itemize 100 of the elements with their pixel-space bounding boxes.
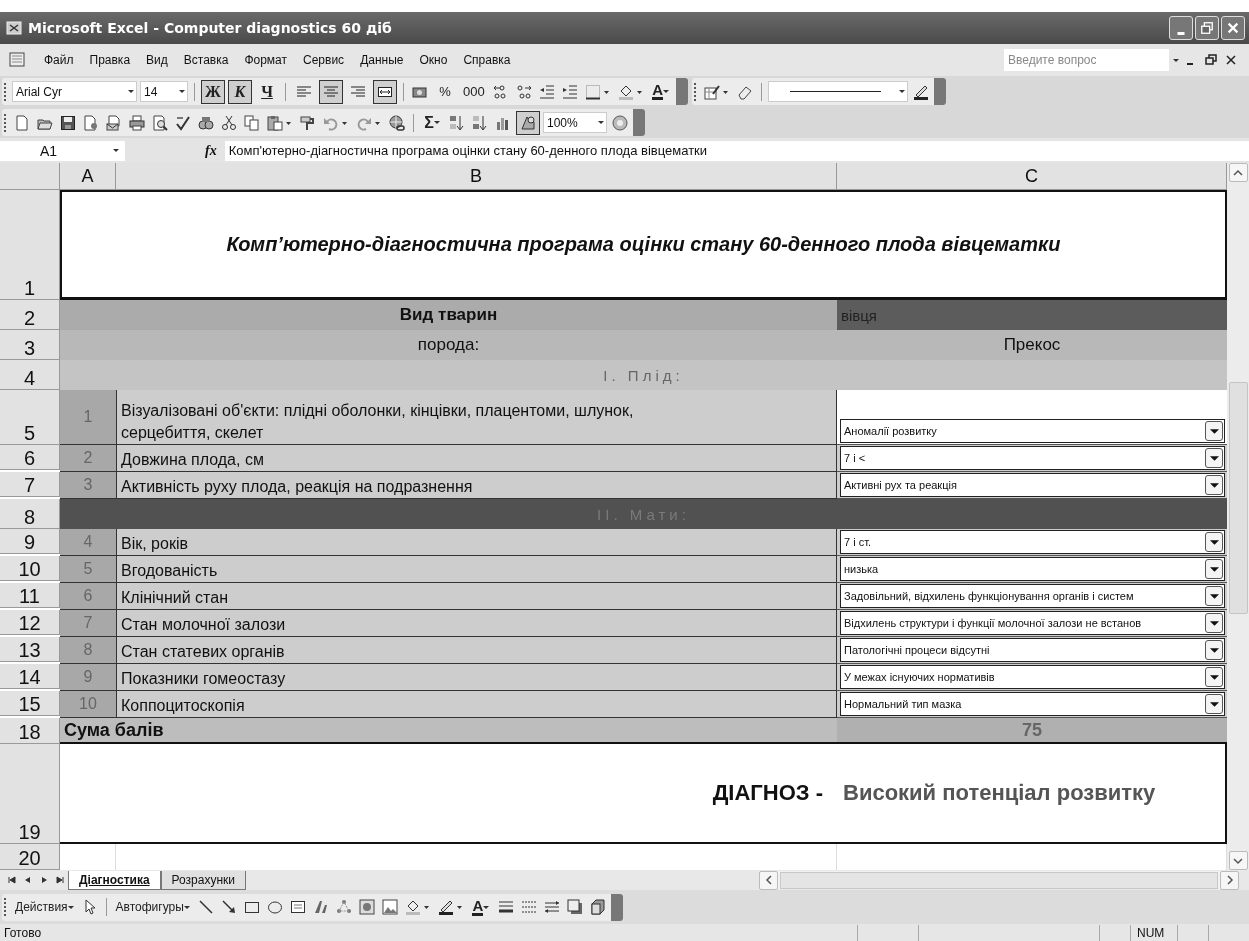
dropdown-button[interactable]: [1205, 667, 1223, 687]
restore-button[interactable]: [1195, 16, 1219, 40]
arrow-icon[interactable]: [220, 899, 237, 915]
cube-icon[interactable]: [589, 899, 606, 915]
line-style-icon[interactable]: [497, 899, 514, 915]
close-button[interactable]: [1221, 16, 1245, 40]
help-icon[interactable]: [612, 114, 628, 131]
dropdown-button[interactable]: [1205, 694, 1223, 714]
row-header[interactable]: 7: [0, 472, 60, 497]
format-button[interactable]: Ч: [255, 79, 279, 104]
percent-button[interactable]: %: [433, 79, 457, 104]
formula-field[interactable]: Комп'ютерно-діагностична програма оцінки стану 60-денного плода вівцематки: [224, 140, 1249, 161]
last-sheet-icon[interactable]: [55, 875, 65, 885]
line-color-icon[interactable]: [437, 899, 464, 915]
new-document-icon[interactable]: [14, 114, 30, 131]
pen-color-icon[interactable]: [912, 83, 929, 100]
format-painter-icon[interactable]: [300, 114, 316, 131]
print-icon[interactable]: [129, 114, 145, 131]
drawing-button[interactable]: [516, 110, 540, 135]
insert-function-button[interactable]: fx: [205, 142, 217, 159]
fill-color-icon[interactable]: [617, 83, 644, 100]
font-color-button[interactable]: A: [648, 79, 673, 104]
restore-icon[interactable]: [1205, 54, 1217, 66]
minimize-button[interactable]: [1169, 16, 1193, 40]
menu-item[interactable]: Окно: [411, 53, 456, 67]
picture-icon[interactable]: [381, 899, 398, 915]
row-header[interactable]: 13: [0, 637, 60, 662]
dropdown-button[interactable]: [1205, 448, 1223, 468]
decrease-decimal-icon[interactable]: [515, 83, 532, 100]
paste-icon[interactable]: [267, 114, 293, 131]
dropdown-button[interactable]: [1205, 586, 1223, 606]
dropdown-button[interactable]: [1205, 475, 1223, 495]
dropdown-button[interactable]: [1205, 559, 1223, 579]
format-button[interactable]: Ж: [201, 79, 225, 104]
toolbar-options-button[interactable]: [675, 78, 688, 105]
column-header[interactable]: B: [116, 163, 837, 190]
sheet-tab[interactable]: Розрахунки: [160, 870, 247, 890]
row-header[interactable]: 12: [0, 610, 60, 635]
spelling-icon[interactable]: [175, 114, 191, 131]
hyperlink-icon[interactable]: [389, 114, 405, 131]
menu-item[interactable]: Данные: [352, 53, 412, 67]
row-header[interactable]: 15: [0, 691, 60, 716]
menu-item[interactable]: Справка: [455, 53, 519, 67]
research-icon[interactable]: [198, 114, 214, 131]
toolbar-handle[interactable]: [4, 113, 9, 132]
decrease-indent-icon[interactable]: [538, 83, 555, 100]
row-header[interactable]: 3: [0, 330, 60, 360]
menu-item[interactable]: Правка: [81, 53, 139, 67]
dropdown-field[interactable]: Відхилень структури і функції молочної залози не встанов: [840, 611, 1225, 635]
save-icon[interactable]: [60, 114, 76, 131]
row-header[interactable]: 2: [0, 300, 60, 330]
menu-item[interactable]: Файл: [36, 53, 82, 67]
dropdown-field[interactable]: низька: [840, 557, 1225, 581]
scroll-up-button[interactable]: [1228, 163, 1248, 182]
row-header[interactable]: 8: [0, 499, 60, 529]
column-header[interactable]: A: [60, 163, 116, 190]
row-header[interactable]: 10: [0, 556, 60, 581]
print-preview-icon[interactable]: [152, 114, 168, 131]
menu-item[interactable]: Формат: [236, 53, 296, 67]
row-header[interactable]: 20: [0, 844, 60, 870]
dropdown-field[interactable]: 7 і ст.: [840, 530, 1225, 554]
toolbar-handle[interactable]: [4, 898, 9, 916]
dropdown-button[interactable]: [1205, 613, 1223, 633]
rectangle-icon[interactable]: [243, 899, 260, 915]
column-header[interactable]: C: [837, 163, 1227, 190]
scroll-down-button[interactable]: [1228, 851, 1248, 870]
increase-indent-icon[interactable]: [561, 83, 578, 100]
dropdown-field[interactable]: У межах існуючих нормативів: [840, 665, 1225, 689]
oval-icon[interactable]: [266, 899, 283, 915]
row-header[interactable]: 5: [0, 390, 60, 445]
line-style-select[interactable]: [767, 81, 908, 102]
row-header[interactable]: 9: [0, 529, 60, 554]
close-icon[interactable]: [1225, 54, 1237, 66]
arrow-style-icon[interactable]: [543, 899, 560, 915]
dropdown-button[interactable]: [1205, 421, 1223, 441]
menu-item[interactable]: Вставка: [175, 53, 237, 67]
increase-decimal-icon[interactable]: [492, 83, 509, 100]
scrollbar-thumb[interactable]: [1228, 382, 1248, 614]
table-pencil-icon[interactable]: [703, 83, 730, 100]
clipart-icon[interactable]: [358, 899, 375, 915]
row-header[interactable]: 18: [0, 718, 60, 744]
sort-ascending-icon[interactable]: [449, 114, 465, 131]
toolbar-handle[interactable]: [693, 82, 699, 101]
dropdown-button[interactable]: [1205, 640, 1223, 660]
row-header[interactable]: 1: [0, 190, 60, 300]
dropdown-field[interactable]: Задовільний, відхилень функціонування органів і систем: [840, 584, 1225, 608]
row-header[interactable]: 4: [0, 360, 60, 390]
font-select[interactable]: Arial Cyr: [12, 81, 137, 102]
name-box[interactable]: A1: [0, 140, 125, 161]
diagram-icon[interactable]: [335, 899, 352, 915]
copy-icon[interactable]: [244, 114, 260, 131]
borders-icon[interactable]: [584, 83, 611, 100]
toolbar-options-button[interactable]: [610, 893, 623, 921]
toolbar-options-button[interactable]: [933, 78, 946, 105]
help-search-field[interactable]: Введите вопрос: [1004, 49, 1169, 71]
align-center-button[interactable]: [319, 79, 343, 104]
menu-item[interactable]: Вид: [138, 53, 176, 67]
row-header[interactable]: 11: [0, 583, 60, 608]
format-button[interactable]: К: [228, 79, 252, 104]
actions-menu-button[interactable]: Действия: [12, 895, 77, 919]
